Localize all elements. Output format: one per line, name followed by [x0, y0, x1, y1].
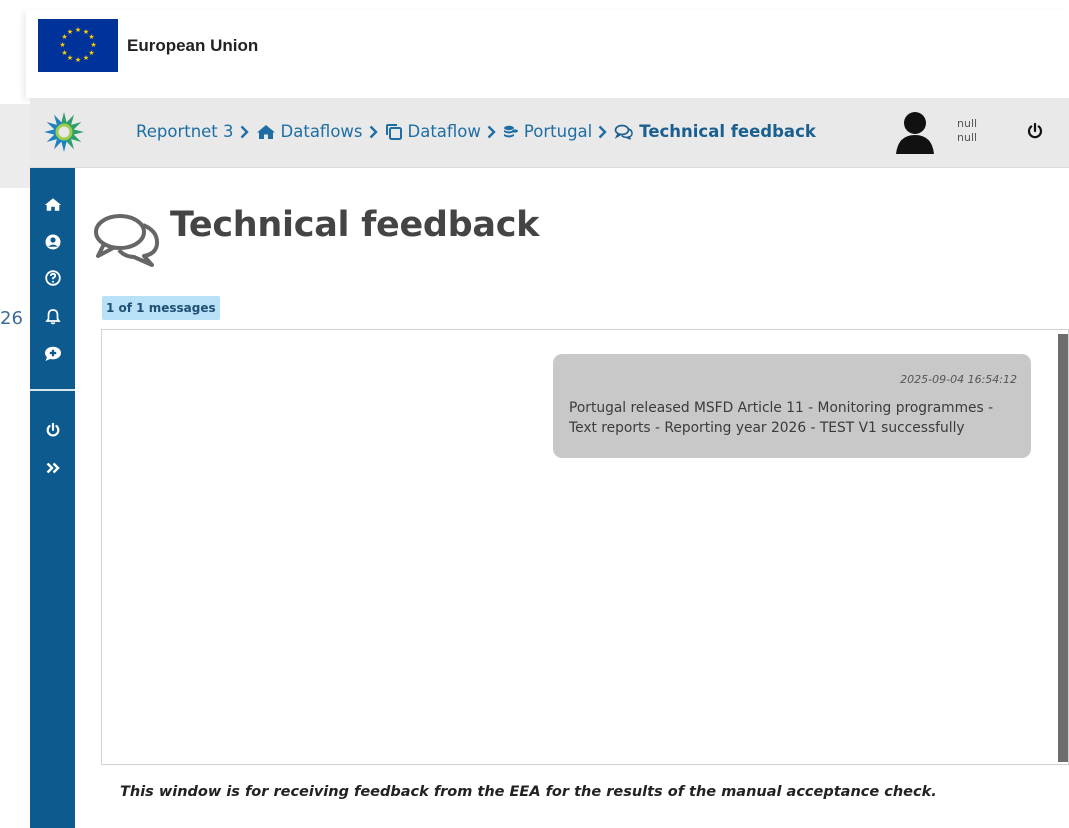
svg-text:★: ★ — [59, 41, 65, 49]
breadcrumb-label: Dataflow — [407, 122, 481, 141]
sidebar-power-icon[interactable] — [30, 416, 75, 444]
eu-title: European Union — [127, 36, 259, 55]
sidebar-divider — [30, 389, 75, 391]
home-icon — [256, 124, 276, 140]
user-name-line2: null — [957, 131, 978, 144]
sidebar-expand-icon[interactable] — [30, 454, 75, 482]
svg-text:★: ★ — [61, 49, 67, 57]
eu-flag-icon: ★ ★ ★ ★ ★ ★ ★ ★ ★ ★ ★ ★ — [38, 19, 118, 72]
breadcrumb-item-dataflows[interactable]: Dataflows — [256, 122, 363, 141]
sidebar-home-icon[interactable] — [30, 190, 75, 218]
chevron-right-icon — [240, 125, 249, 139]
svg-text:★: ★ — [88, 33, 94, 41]
comments-icon — [92, 210, 164, 270]
breadcrumb-item-portugal[interactable]: Portugal — [503, 122, 592, 141]
background-text-fragment: 26 — [0, 308, 23, 329]
breadcrumb-label: Portugal — [523, 122, 593, 141]
footer-note: This window is for receiving feedback fr… — [120, 784, 937, 800]
clone-icon — [385, 123, 403, 141]
message-text: Portugal released MSFD Article 11 - Moni… — [569, 400, 994, 436]
comments-icon — [614, 124, 634, 140]
messages-list[interactable]: 2025-09-04 16:54:12 Portugal released MS… — [101, 329, 1069, 765]
sidebar-help-icon[interactable] — [30, 264, 75, 292]
chevron-right-icon — [487, 125, 496, 139]
power-icon[interactable] — [1026, 122, 1044, 140]
messages-scrollbar[interactable] — [1058, 334, 1068, 762]
background-page-strip — [0, 104, 30, 188]
eu-header: ★ ★ ★ ★ ★ ★ ★ ★ ★ ★ ★ ★ European Union — [26, 10, 1069, 98]
user-name-line1: null — [957, 117, 978, 130]
left-sidebar — [30, 168, 75, 828]
page-title: Technical feedback — [170, 205, 540, 245]
svg-text:★: ★ — [75, 56, 81, 64]
breadcrumb-label: Technical feedback — [639, 122, 816, 141]
breadcrumb: Reportnet 3 Dataflows Dataflow Portugal … — [136, 122, 816, 141]
svg-text:★: ★ — [67, 54, 73, 62]
coins-icon — [503, 124, 519, 140]
sidebar-comment-plus-icon[interactable] — [30, 340, 75, 368]
svg-text:★: ★ — [75, 26, 81, 34]
chevron-right-icon — [369, 125, 378, 139]
sidebar-bell-icon[interactable] — [30, 302, 75, 330]
message-bubble: 2025-09-04 16:54:12 Portugal released MS… — [553, 354, 1031, 458]
top-navigation-bar: Reportnet 3 Dataflows Dataflow Portugal … — [30, 98, 1069, 168]
breadcrumb-item-reportnet[interactable]: Reportnet 3 — [136, 122, 234, 141]
chevron-right-icon — [598, 125, 607, 139]
breadcrumb-label: Dataflows — [280, 122, 363, 141]
message-timestamp: 2025-09-04 16:54:12 — [900, 373, 1017, 386]
breadcrumb-item-dataflow[interactable]: Dataflow — [385, 122, 481, 141]
user-avatar[interactable] — [893, 107, 937, 155]
reportnet-logo-icon[interactable] — [38, 108, 90, 156]
svg-text:★: ★ — [90, 41, 96, 49]
sidebar-user-circle-icon[interactable] — [30, 228, 75, 256]
svg-text:★: ★ — [67, 28, 73, 36]
breadcrumb-label: Reportnet 3 — [136, 122, 234, 141]
user-name: null null — [957, 117, 977, 145]
breadcrumb-item-technical-feedback: Technical feedback — [614, 122, 816, 141]
messages-count-badge: 1 of 1 messages — [102, 296, 220, 320]
svg-text:★: ★ — [88, 49, 94, 57]
svg-text:★: ★ — [83, 54, 89, 62]
